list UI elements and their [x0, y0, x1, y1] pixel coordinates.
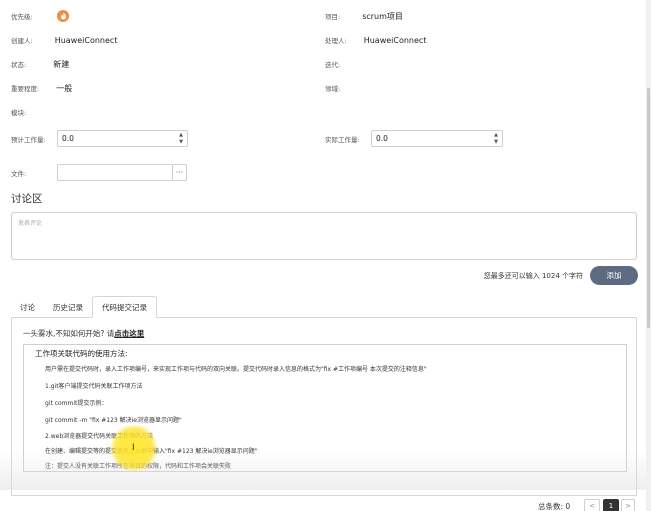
estimated-row: 预计工作量: — [11, 132, 46, 146]
usage-item: 2.web浏览器提交代码关联工作项的方法 — [45, 433, 154, 440]
importance-value: 一般 — [56, 83, 73, 93]
flame-glyph — [60, 12, 66, 20]
code-commit-panel: 一头雾水,不知如何开始? 请点击这里 工作项关联代码的使用方法: 用户需在提交代… — [11, 318, 637, 496]
estimated-workload-input[interactable]: 0.0 ▲ ▼ — [57, 130, 188, 147]
chevron-down-icon[interactable]: ▼ — [494, 139, 498, 145]
usage-title: 工作项关联代码的使用方法: — [35, 349, 128, 358]
handler-label: 处理人: — [325, 37, 347, 45]
iteration-row: 迭代: — [325, 57, 340, 71]
status-value: 新建 — [53, 59, 70, 69]
creator-row: 创建人: HuaweiConnect — [11, 33, 117, 47]
module-row: 模块: — [11, 105, 26, 119]
actual-spinner[interactable]: ▲ ▼ — [493, 132, 499, 145]
domain-label: 领域: — [325, 85, 341, 93]
creator-label: 创建人: — [11, 37, 33, 45]
domain-row: 领域: — [325, 81, 340, 95]
status-label: 状态: — [11, 61, 27, 69]
tab-code-commits[interactable]: 代码提交记录 — [92, 296, 157, 318]
estimated-label: 预计工作量: — [11, 136, 46, 144]
estimated-spinner[interactable]: ▲ ▼ — [178, 132, 184, 145]
pager-total: 总条数: 0 — [538, 502, 571, 511]
record-tabs: 讨论 历史记录 代码提交记录 — [11, 296, 637, 318]
chevron-up-icon[interactable]: ▲ — [179, 132, 183, 138]
usage-item: 用户需在提交代码时，录入工作项编号，来实现工作项与代码的双向关联。提交代码时录入… — [45, 366, 427, 373]
status-row: 状态: 新建 — [11, 57, 69, 71]
usage-item: git commit -m "fix #123 解决ie浏览器显示问题" — [45, 417, 182, 424]
project-row: 项目: scrum项目 — [325, 9, 403, 23]
char-limit-hint: 您最多还可以输入 1024 个字符 — [483, 272, 583, 280]
usage-item: 注：提交人没有关联工作项所在项目的权限，代码和工作项会关联失败 — [45, 463, 232, 470]
chevron-up-icon[interactable]: ▲ — [494, 132, 498, 138]
add-comment-button[interactable]: 添加 — [590, 266, 638, 285]
importance-label: 重要程度: — [11, 85, 40, 93]
ellipsis-icon: ··· — [175, 168, 184, 177]
tab-discussion[interactable]: 讨论 — [11, 296, 44, 318]
priority-label: 优先级: — [11, 13, 33, 21]
project-label: 项目: — [325, 13, 341, 21]
usage-item: 1.git客户端提交代码关联工作项方法 — [45, 383, 143, 390]
priority-row: 优先级: — [11, 9, 33, 23]
project-value: scrum项目 — [362, 11, 403, 21]
tab-history[interactable]: 历史记录 — [44, 296, 92, 318]
work-item-detail-panel: 优先级: 项目: scrum项目 创建人: HuaweiConnect 处理人:… — [0, 0, 646, 511]
iteration-label: 迭代: — [325, 61, 341, 69]
handler-row: 处理人: HuaweiConnect — [325, 33, 426, 47]
handler-value: HuaweiConnect — [363, 35, 427, 45]
comment-placeholder: 发表评论 — [18, 220, 43, 227]
actual-label: 实际工作量: — [325, 136, 360, 144]
flame-icon[interactable] — [57, 10, 69, 22]
usage-item: 在创建、编辑提交等的提交信息文本框中输入"fix #123 解决ie浏览器显示问… — [45, 448, 258, 455]
estimated-value: 0.0 — [62, 134, 74, 143]
module-label: 模块: — [11, 109, 27, 117]
file-row: 文件: — [11, 166, 26, 180]
pager-next-button[interactable]: > — [621, 499, 635, 511]
file-browse-button[interactable]: ··· — [173, 164, 187, 181]
help-prompt-text: 一头雾水,不知如何开始? 请 — [23, 329, 115, 338]
actual-value: 0.0 — [376, 134, 388, 143]
scrollbar-thumb[interactable] — [647, 88, 650, 328]
pager-prev-button[interactable]: < — [584, 499, 600, 511]
file-path-input[interactable] — [57, 164, 173, 181]
actual-row: 实际工作量: — [325, 132, 360, 146]
text-cursor-icon: Ι — [132, 443, 135, 453]
usage-item: git commit提交示例： — [45, 400, 108, 407]
comment-textarea[interactable]: 发表评论 — [11, 212, 637, 260]
chevron-down-icon[interactable]: ▼ — [179, 139, 183, 145]
usage-instructions-box: 工作项关联代码的使用方法: 用户需在提交代码时，录入工作项编号，来实现工作项与代… — [23, 344, 627, 472]
pager-current-page[interactable]: 1 — [603, 499, 619, 511]
help-link[interactable]: 点击这里 — [114, 329, 144, 338]
file-label: 文件: — [11, 170, 27, 178]
discussion-title: 讨论区 — [11, 193, 43, 205]
help-prompt: 一头雾水,不知如何开始? 请点击这里 — [23, 328, 144, 339]
page-scrollbar[interactable] — [646, 0, 651, 511]
actual-workload-input[interactable]: 0.0 ▲ ▼ — [371, 130, 503, 147]
importance-row: 重要程度: 一般 — [11, 81, 72, 95]
creator-value: HuaweiConnect — [54, 35, 118, 45]
